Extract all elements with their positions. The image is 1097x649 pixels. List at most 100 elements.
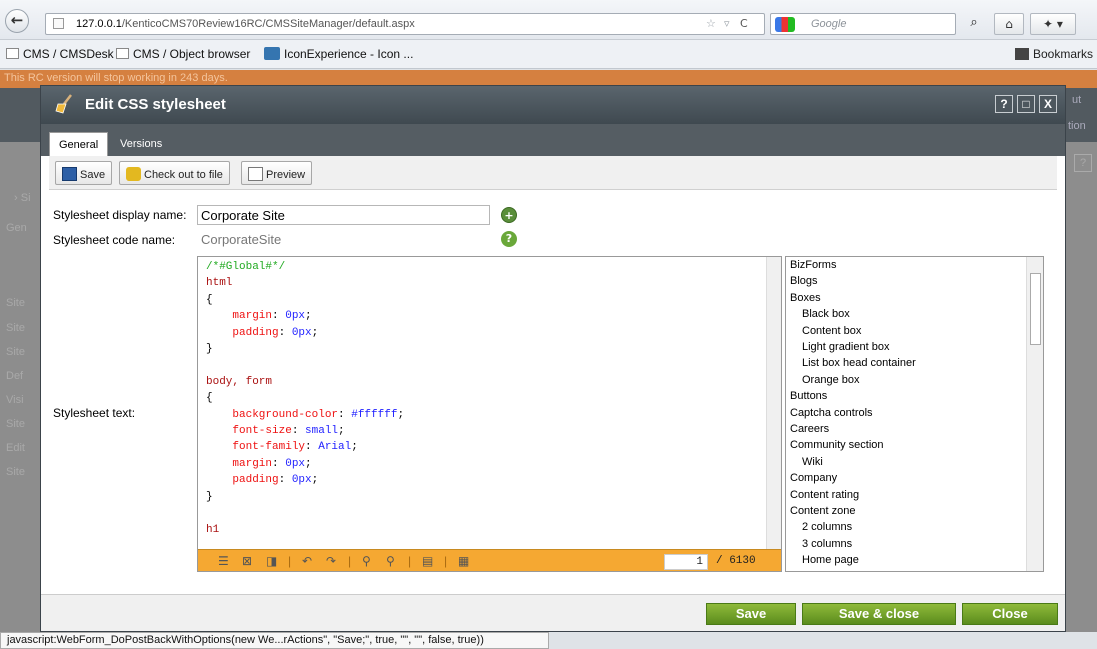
close-dialog-button[interactable]: X [1039,95,1057,113]
address-text: 127.0.0.1/KenticoCMS70Review16RC/CMSSite… [76,18,415,30]
checkout-label: Check out to file [144,169,223,181]
bg-nav-item: Def [6,370,24,382]
class-list-item[interactable]: Careers [790,423,829,435]
bookmark-page-icon [116,48,129,59]
toolbar-separator: | [408,554,412,568]
dialog-title: Edit CSS stylesheet [85,96,226,113]
preview-button[interactable]: Preview [241,161,313,185]
format-icon[interactable]: ▤ [422,554,433,568]
home-icon[interactable]: ⌂ [994,13,1024,35]
list-scroll-thumb[interactable] [1030,273,1041,345]
bg-nav-item: Site [6,322,25,334]
class-list-item[interactable]: Content zone [790,505,855,517]
class-list-item[interactable]: 2 columns [802,521,852,533]
globe-icon[interactable]: + [501,207,517,223]
bookmarks-bar: CMS / CMSDesk CMS / Object browser IconE… [0,40,1097,69]
redo-icon[interactable]: ↷ [326,554,336,568]
footer-close-button[interactable]: Close [962,603,1058,625]
tab-versions[interactable]: Versions [111,132,171,156]
checkout-button[interactable]: Check out to file [119,161,230,185]
bookmark-iconexperience[interactable]: IconExperience - Icon ... [264,47,413,61]
code-name-value: CorporateSite [201,232,282,247]
class-list-item[interactable]: List box head container [802,357,916,369]
back-button[interactable]: ← [5,9,29,33]
bookmark-label: CMS / CMSDesk [23,47,114,61]
search-box[interactable]: Google [770,13,956,35]
bookmark-object-browser[interactable]: CMS / Object browser [116,47,250,61]
code-content: /*#Global#*/ html { margin: 0px; padding… [206,261,405,536]
class-list-item[interactable]: Black box [802,308,850,320]
bookmarks-menu-label: Bookmarks [1032,47,1093,61]
line-number-input[interactable]: 1 [664,554,708,570]
display-name-label: Stylesheet display name: [53,208,187,222]
goto-line-icon[interactable]: ▦ [458,554,469,568]
css-code-editor[interactable]: /*#Global#*/ html { margin: 0px; padding… [197,256,782,572]
edit-css-dialog: Edit CSS stylesheet ? □ X General Versio… [40,85,1066,632]
class-list-item[interactable]: Light gradient box [802,341,889,353]
bookmarks-icon [1014,48,1029,60]
bookmarks-menu[interactable]: Bookmarks [1014,47,1093,61]
class-list-item[interactable]: 3 columns [802,538,852,550]
bg-nav-item: Visi [6,394,24,406]
help-button[interactable]: ? [995,95,1013,113]
bookmark-cmsdesk[interactable]: CMS / CMSDesk [6,47,114,61]
maximize-button[interactable]: □ [1017,95,1035,113]
class-list-item[interactable]: Captcha controls [790,407,873,419]
people-icon [264,47,280,60]
class-list-item[interactable]: Content rating [790,489,859,501]
undo-icon[interactable]: ↶ [302,554,312,568]
editor-toolbar: ☰ ⊠ ◨ | ↶ ↷ | ⚲ ⚲ | ▤ | ▦ 1 / 6130 [198,549,781,571]
address-bar[interactable]: 127.0.0.1/KenticoCMS70Review16RC/CMSSite… [45,13,765,35]
lock-icon [126,167,141,181]
addons-icon[interactable]: ✦ ▾ [1030,13,1076,35]
save-action-label: Save [80,169,106,181]
line-total: / 6130 [716,555,756,567]
save-action-button[interactable]: Save [55,161,113,185]
help-icon[interactable]: ? [501,231,517,247]
reload-icon[interactable]: C [740,17,748,30]
fullscreen-icon[interactable]: ⊠ [242,554,252,568]
search-icon[interactable]: ⌕ [962,13,986,35]
tab-general[interactable]: General [49,132,109,156]
class-list-item[interactable]: Buttons [790,390,827,402]
class-list-item[interactable]: Wiki [802,456,823,468]
class-list-item[interactable]: BizForms [790,259,836,271]
class-list-item[interactable]: Blogs [790,275,818,287]
preview-label: Preview [266,169,306,181]
class-list-item[interactable]: Content box [802,325,861,337]
replace-icon[interactable]: ⚲ [386,554,395,568]
bg-nav-item: Site [6,466,25,478]
list-scrollbar[interactable] [1026,257,1043,571]
editor-scrollbar[interactable] [766,257,781,549]
footer-save-button[interactable]: Save [706,603,796,625]
find-icon[interactable]: ⚲ [362,554,371,568]
save-close-button[interactable]: Save & close [802,603,956,625]
toolbar-separator: | [444,554,448,568]
class-list-item[interactable]: Community section [790,439,884,451]
star-icon[interactable]: ☆ [706,17,716,30]
class-list-item[interactable]: Boxes [790,292,821,304]
magnifier-icon [248,167,263,181]
dropdown-icon[interactable]: ▿ [724,17,730,30]
display-name-input[interactable]: Corporate Site [197,205,490,225]
toolbar-separator: | [288,554,292,568]
stylesheet-text-label: Stylesheet text: [53,406,136,420]
class-list-item[interactable]: Home page [802,554,859,566]
line-numbers-icon[interactable]: ☰ [218,554,229,568]
bg-breadcrumb: › Si [14,192,31,204]
bg-nav-item: Site [6,297,25,309]
bookmark-label: IconExperience - Icon ... [284,47,414,61]
address-host: 127.0.0.1 [76,18,122,30]
code-name-label: Stylesheet code name: [53,233,176,247]
status-bar: javascript:WebForm_DoPostBackWithOptions… [0,632,549,649]
split-view-icon[interactable]: ◨ [266,554,277,568]
dialog-footer: Save Save & close Close [41,594,1065,631]
search-placeholder: Google [811,18,847,30]
address-path: /KenticoCMS70Review16RC/CMSSiteManager/d… [121,18,415,30]
css-class-list[interactable]: BizForms Blogs Boxes Black box Content box Li… [785,256,1044,572]
google-icon [775,17,795,32]
class-list-item[interactable]: Company [790,472,837,484]
class-list-item[interactable]: Orange box [802,374,859,386]
background-left-panel: › Si Gen Site Site Site Def Visi Site Ed… [0,142,40,632]
toolbar-separator: | [348,554,352,568]
